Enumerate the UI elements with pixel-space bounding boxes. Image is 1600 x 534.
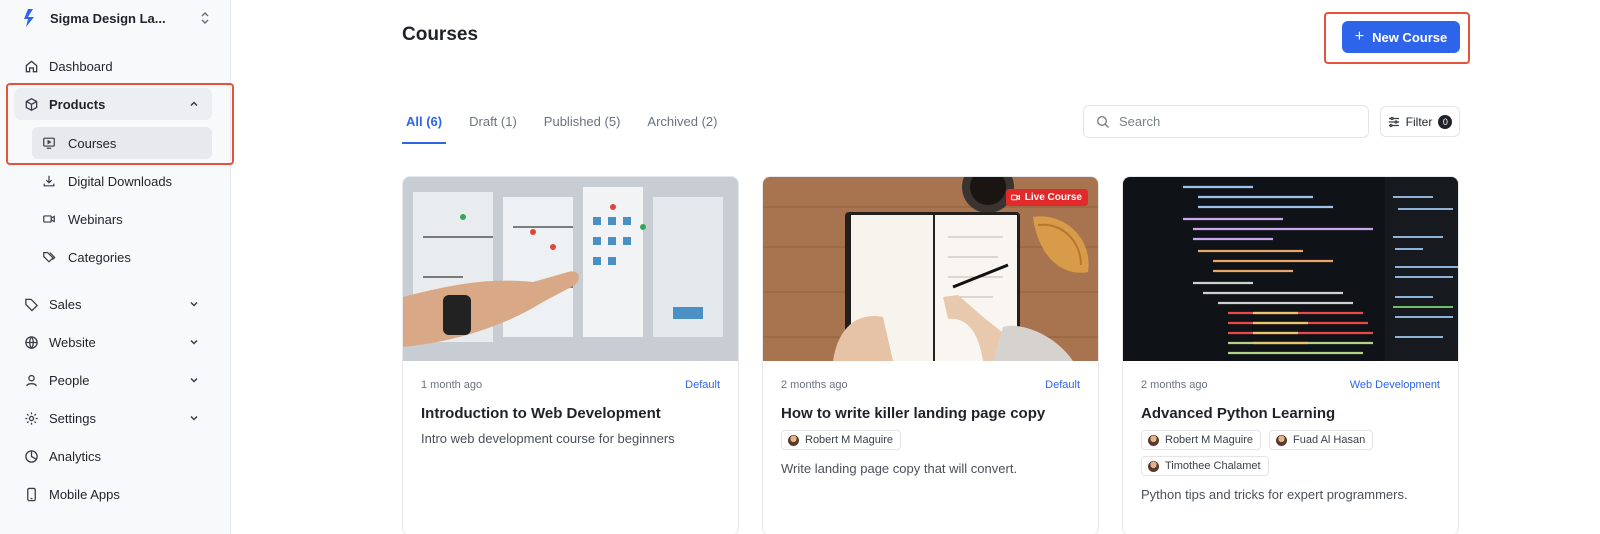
new-course-label: New Course: [1372, 29, 1448, 45]
new-course-button[interactable]: + New Course: [1342, 21, 1460, 53]
author-chip[interactable]: Robert M Maguire: [1141, 430, 1262, 450]
course-date: 1 month ago: [421, 379, 483, 391]
sidebar-subitem-label: Webinars: [68, 211, 123, 227]
chevron-down-icon: [190, 377, 198, 383]
author-name: Robert M Maguire: [805, 434, 894, 446]
sidebar-item-mobile-apps[interactable]: Mobile Apps: [14, 478, 212, 510]
course-thumbnail-image: [403, 177, 738, 361]
avatar: [1276, 434, 1288, 446]
tab-draft[interactable]: Draft (1): [465, 104, 521, 144]
course-category[interactable]: Web Development: [1350, 379, 1440, 391]
tag-icon: [24, 297, 39, 312]
sidebar-subitem-courses[interactable]: Courses: [32, 127, 212, 159]
page-title: Courses: [402, 24, 479, 45]
sidebar-item-sales[interactable]: Sales: [14, 288, 212, 320]
course-title[interactable]: Advanced Python Learning: [1141, 405, 1440, 422]
video-camera-icon: [42, 212, 56, 226]
course-card[interactable]: Live Course 2 months ago Default How to …: [762, 176, 1099, 534]
sidebar-item-analytics[interactable]: Analytics: [14, 440, 212, 472]
sidebar-item-website[interactable]: Website: [14, 326, 212, 358]
tab-published[interactable]: Published (5): [540, 104, 625, 144]
sidebar-item-label: Website: [49, 334, 96, 350]
course-thumbnail-image: [1123, 177, 1458, 361]
status-tabs: All (6) Draft (1) Published (5) Archived…: [402, 104, 740, 144]
tab-archived[interactable]: Archived (2): [643, 104, 721, 144]
monitor-play-icon: [42, 136, 56, 150]
mobile-phone-icon: [24, 487, 39, 502]
course-description: Write landing page copy that will conver…: [781, 461, 1018, 476]
workspace-switcher[interactable]: Sigma Design La...: [22, 6, 212, 30]
box-icon: [24, 97, 39, 112]
filter-icon: [1388, 116, 1399, 127]
course-date: 2 months ago: [781, 379, 848, 391]
plus-icon: +: [1354, 28, 1365, 45]
avatar: [1148, 434, 1159, 446]
sidebar-subitem-categories[interactable]: Categories: [32, 241, 212, 273]
avatar: [788, 434, 799, 446]
course-card[interactable]: 1 month ago Default Introduction to Web …: [402, 176, 739, 534]
author-name: Robert M Maguire: [1165, 434, 1254, 446]
sidebar-item-dashboard[interactable]: Dashboard: [14, 50, 212, 82]
search-input[interactable]: [1119, 114, 1349, 129]
filter-count-badge: 0: [1438, 114, 1453, 129]
course-date: 2 months ago: [1141, 379, 1208, 391]
author-chip[interactable]: Timothee Chalamet: [1141, 456, 1269, 476]
author-name: Fuad Al Hasan: [1293, 434, 1366, 446]
sidebar-subitem-digital-downloads[interactable]: Digital Downloads: [32, 165, 212, 197]
chevron-up-icon: [190, 101, 198, 107]
live-course-badge: Live Course: [1005, 189, 1088, 206]
course-title[interactable]: Introduction to Web Development: [421, 405, 720, 422]
filter-button[interactable]: Filter 0: [1380, 106, 1460, 137]
course-category[interactable]: Default: [1045, 379, 1080, 391]
course-description: Python tips and tricks for expert progra…: [1141, 487, 1408, 502]
chevron-down-icon: [190, 415, 198, 421]
sidebar-item-label: Analytics: [49, 448, 102, 464]
pie-chart-icon: [24, 449, 39, 464]
chevron-down-icon: [190, 339, 198, 345]
course-title[interactable]: How to write killer landing page copy: [781, 405, 1080, 422]
author-list: Robert M Maguire: [781, 430, 1080, 450]
sidebar-item-label: Settings: [49, 410, 96, 426]
tab-all[interactable]: All (6): [402, 104, 447, 144]
author-chip[interactable]: Fuad Al Hasan: [1269, 430, 1374, 450]
sidebar-item-label: Dashboard: [49, 58, 113, 74]
home-icon: [24, 59, 39, 74]
course-category[interactable]: Default: [685, 379, 720, 391]
workspace-name: Sigma Design La...: [50, 10, 166, 26]
sidebar-item-label: Mobile Apps: [49, 486, 120, 502]
sidebar-item-label: Sales: [49, 296, 82, 312]
sidebar-item-label: Products: [49, 96, 106, 112]
sidebar-item-label: People: [49, 372, 90, 388]
sidebar-item-people[interactable]: People: [14, 364, 212, 396]
course-thumbnail-image: Live Course: [763, 177, 1098, 361]
course-description: Intro web development course for beginne…: [421, 431, 675, 446]
filter-label: Filter: [1405, 114, 1433, 129]
brand-logo-icon: [24, 9, 34, 27]
sidebar-subitem-label: Courses: [68, 135, 117, 151]
chevron-up-down-icon: [201, 11, 209, 25]
user-icon: [24, 373, 39, 388]
course-card[interactable]: 2 months ago Web Development Advanced Py…: [1122, 176, 1459, 534]
live-course-label: Live Course: [1024, 192, 1082, 203]
tags-icon: [42, 250, 56, 264]
chevron-down-icon: [190, 301, 198, 307]
globe-icon: [24, 335, 39, 350]
gear-icon: [24, 411, 39, 426]
search-box: [1083, 105, 1369, 138]
sidebar-subitem-label: Categories: [68, 249, 131, 265]
sidebar-subitem-label: Digital Downloads: [68, 173, 173, 189]
download-icon: [42, 174, 56, 188]
sidebar-item-settings[interactable]: Settings: [14, 402, 212, 434]
author-list: Robert M Maguire Fuad Al Hasan Timothee …: [1141, 430, 1440, 476]
sidebar-item-products[interactable]: Products: [14, 88, 212, 120]
avatar: [1148, 460, 1159, 472]
author-name: Timothee Chalamet: [1165, 460, 1261, 472]
sidebar: Sigma Design La... Dashboard Products Co…: [0, 0, 234, 534]
author-chip[interactable]: Robert M Maguire: [781, 430, 902, 450]
search-icon: [1096, 115, 1109, 128]
sidebar-subitem-webinars[interactable]: Webinars: [32, 203, 212, 235]
video-camera-icon: [1010, 194, 1020, 201]
